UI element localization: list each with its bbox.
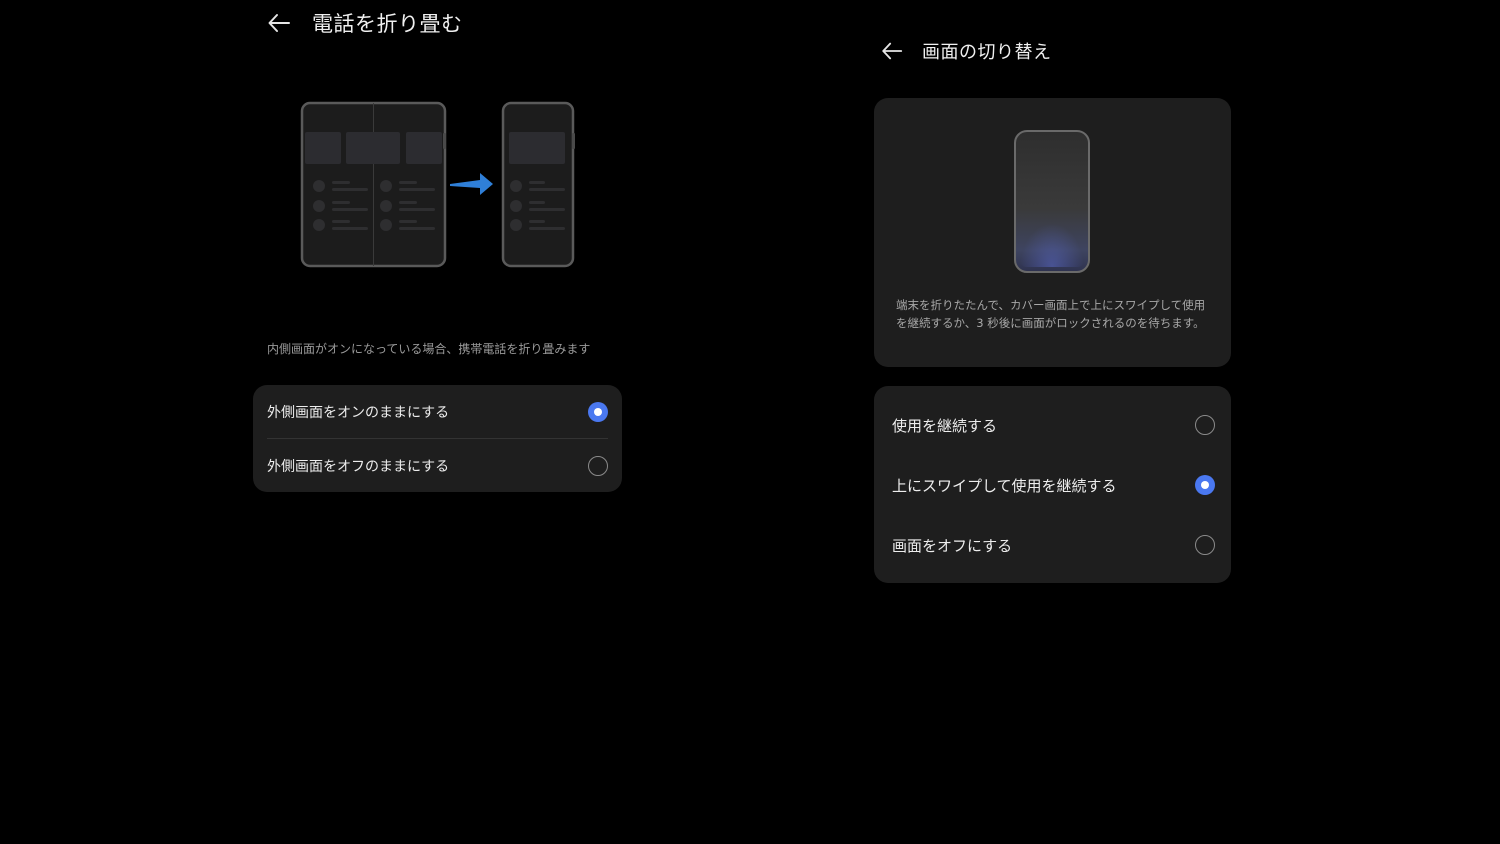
cover-screen-phone-preview-icon: [1014, 130, 1090, 273]
option-label: 外側画面をオフのままにする: [267, 458, 450, 475]
right-header: 画面の切り替え: [880, 38, 1052, 64]
radio-selected[interactable]: [588, 401, 608, 422]
option-label: 外側画面をオンのままにする: [267, 404, 450, 421]
option-continue-use[interactable]: 使用を継続する: [874, 395, 1231, 455]
radio-unselected[interactable]: [1195, 535, 1215, 555]
option-label: 使用を継続する: [892, 416, 998, 435]
swipe-glow: [1020, 223, 1084, 267]
radio-unselected[interactable]: [1195, 415, 1215, 435]
radio-selected[interactable]: [1195, 475, 1215, 495]
left-header: 電話を折り畳む: [266, 8, 463, 38]
radio-unselected[interactable]: [588, 455, 608, 476]
back-arrow-icon[interactable]: [880, 39, 904, 63]
fold-options-card: 外側画面をオンのままにする 外側画面をオフのままにする: [253, 385, 622, 492]
switch-options-card: 使用を継続する 上にスワイプして使用を継続する 画面をオフにする: [874, 386, 1231, 583]
option-label: 上にスワイプして使用を継続する: [892, 476, 1117, 495]
preview-card: 端末を折りたたんで、カバー画面上で上にスワイプして使用を継続するか、3 秒後に画…: [874, 98, 1231, 367]
fold-phone-illustration: [300, 101, 575, 268]
fold-description: 内側画面がオンになっている場合、携帯電話を折り畳みます: [267, 342, 591, 356]
switch-description: 端末を折りたたんで、カバー画面上で上にスワイプして使用を継続するか、3 秒後に画…: [896, 298, 1206, 330]
option-swipe-up-continue[interactable]: 上にスワイプして使用を継続する: [874, 455, 1231, 515]
option-screen-off[interactable]: 画面をオフにする: [874, 515, 1231, 575]
option-keep-cover-on[interactable]: 外側画面をオンのままにする: [253, 385, 622, 438]
page-title: 電話を折り畳む: [312, 12, 463, 36]
option-keep-cover-off[interactable]: 外側画面をオフのままにする: [253, 439, 622, 492]
option-label: 画面をオフにする: [892, 536, 1013, 555]
back-arrow-icon[interactable]: [266, 10, 292, 36]
page-title: 画面の切り替え: [922, 42, 1052, 63]
